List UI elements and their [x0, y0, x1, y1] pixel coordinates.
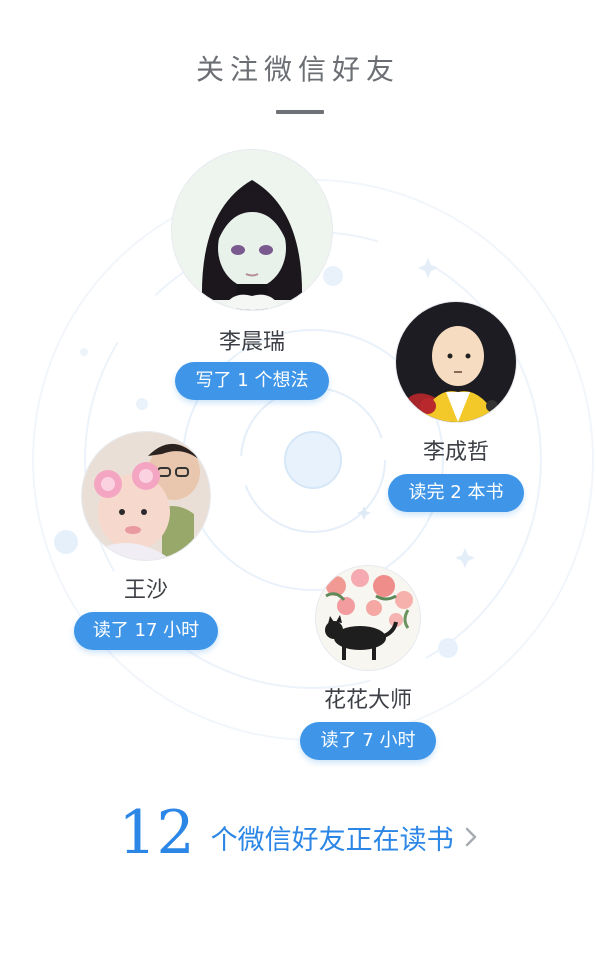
friend-name-4: 花花大师	[323, 688, 412, 713]
friend-avatar-4[interactable]	[316, 566, 420, 670]
cat-flowers-avatar-icon	[316, 566, 420, 670]
friend-badge-2[interactable]: 读完 2 本书	[388, 474, 524, 512]
baby-photo-avatar-icon	[82, 432, 210, 560]
friend-avatar-3[interactable]	[82, 432, 210, 560]
friend-avatar-2[interactable]	[396, 302, 516, 422]
anime-girl-avatar-icon	[172, 150, 332, 310]
friend-badge-3[interactable]: 读了 17 小时	[74, 612, 218, 650]
chevron-right-icon	[465, 827, 476, 847]
bald-hero-avatar-icon	[396, 302, 516, 422]
friend-name-3: 王沙	[123, 578, 168, 603]
friends-reading-summary[interactable]: 12 个微信好友正在读书	[0, 798, 596, 868]
friend-badge-1[interactable]: 写了 1 个想法	[175, 362, 329, 400]
friend-name-1: 李晨瑞	[218, 330, 285, 355]
friend-avatar-1[interactable]	[172, 150, 332, 310]
friends-count: 12	[118, 798, 195, 868]
page-title: 关注微信好友	[195, 53, 400, 86]
friend-name-2: 李成哲	[422, 440, 489, 465]
friends-reading-text: 个微信好友正在读书	[210, 824, 454, 856]
friend-badge-4[interactable]: 读了 7 小时	[300, 722, 436, 760]
title-divider	[276, 110, 324, 114]
